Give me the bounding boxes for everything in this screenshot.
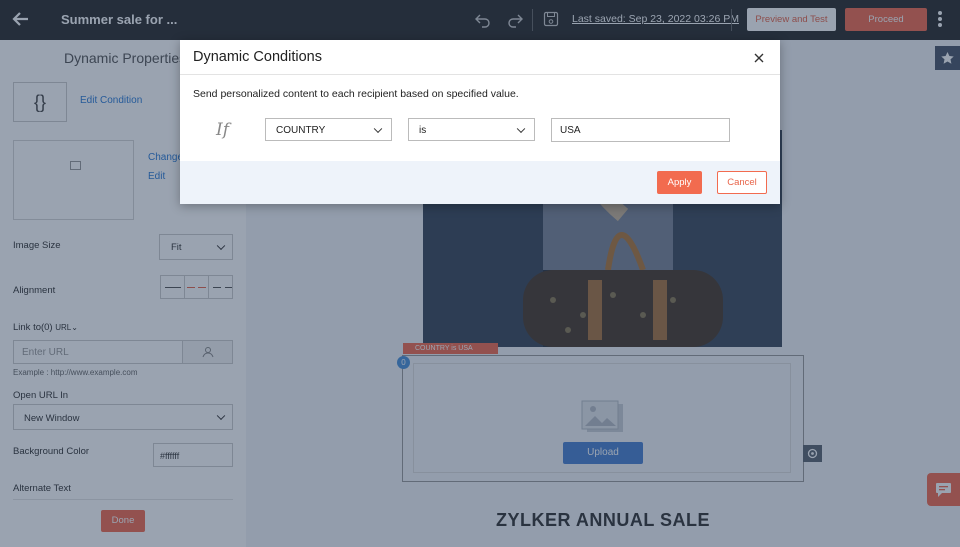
dialog-header: Dynamic Conditions (180, 40, 780, 75)
dialog-footer: Apply Cancel (180, 161, 780, 204)
if-icon: If (216, 120, 230, 140)
close-icon[interactable] (752, 51, 766, 65)
chevron-down-icon (516, 124, 526, 133)
operator-value: is (419, 125, 427, 136)
dynamic-conditions-dialog: Dynamic Conditions Send personalized con… (180, 40, 780, 204)
condition-value-input[interactable] (551, 118, 730, 142)
apply-button[interactable]: Apply (657, 171, 702, 194)
dialog-description: Send personalized content to each recipi… (193, 88, 519, 100)
chevron-down-icon (373, 124, 383, 133)
field-select[interactable]: COUNTRY (265, 118, 392, 141)
cancel-button[interactable]: Cancel (717, 171, 767, 194)
dialog-title: Dynamic Conditions (193, 49, 322, 65)
field-value: COUNTRY (276, 125, 326, 136)
operator-select[interactable]: is (408, 118, 535, 141)
